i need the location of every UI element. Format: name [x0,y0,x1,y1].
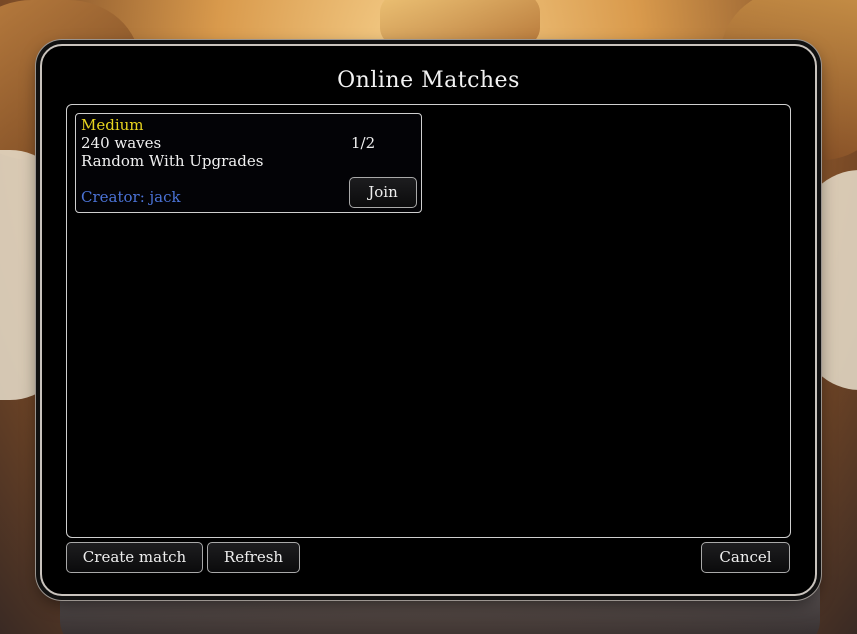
online-matches-dialog: Online Matches Medium 240 waves Random W… [40,44,817,596]
refresh-button[interactable]: Refresh [207,542,300,573]
match-player-count: 1/2 [351,134,376,152]
match-mode: Random With Upgrades [81,152,264,170]
dialog-title: Online Matches [337,68,520,93]
create-match-button[interactable]: Create match [66,542,203,573]
match-difficulty: Medium [81,116,144,134]
join-button[interactable]: Join [349,177,417,208]
matches-list: Medium 240 waves Random With Upgrades 1/… [66,104,791,538]
match-creator: Creator: jack [81,188,181,206]
cancel-button[interactable]: Cancel [701,542,790,573]
match-waves: 240 waves [81,134,162,152]
game-screen: Online Matches Medium 240 waves Random W… [0,0,857,634]
match-card: Medium 240 waves Random With Upgrades 1/… [75,113,422,213]
